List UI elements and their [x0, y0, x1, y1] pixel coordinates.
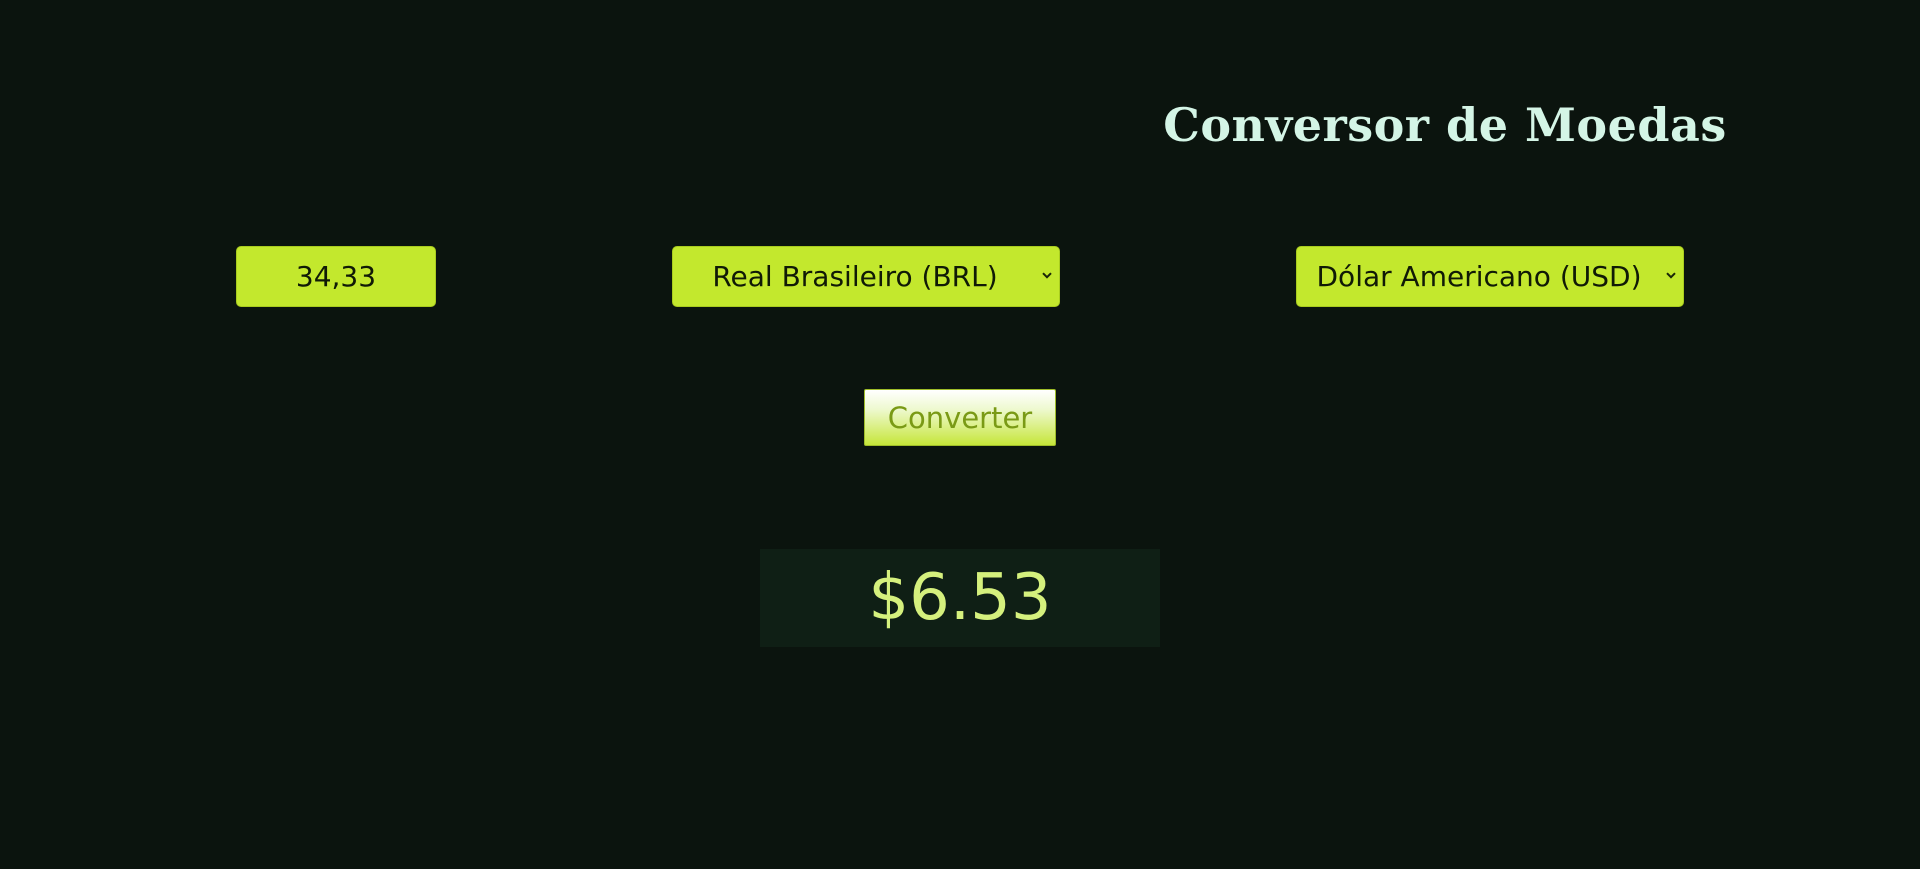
result-value: $6.53: [868, 561, 1052, 635]
to-currency-select[interactable]: Dólar Americano (USD): [1296, 246, 1684, 307]
chevron-down-icon: [1041, 268, 1053, 284]
from-currency-select[interactable]: Real Brasileiro (BRL): [672, 246, 1060, 307]
convert-button-label: Converter: [887, 400, 1033, 435]
chevron-down-icon: [1665, 268, 1677, 284]
converter-page: Conversor de Moedas 34,33 Real Brasileir…: [0, 0, 1920, 869]
convert-button[interactable]: Converter: [864, 389, 1056, 446]
from-currency-selected: Real Brasileiro (BRL): [712, 260, 998, 293]
page-title: Conversor de Moedas: [1163, 98, 1727, 152]
amount-value: 34,33: [295, 260, 377, 293]
result-display: $6.53: [760, 549, 1160, 647]
amount-input[interactable]: 34,33: [236, 246, 436, 307]
to-currency-selected: Dólar Americano (USD): [1316, 260, 1642, 293]
